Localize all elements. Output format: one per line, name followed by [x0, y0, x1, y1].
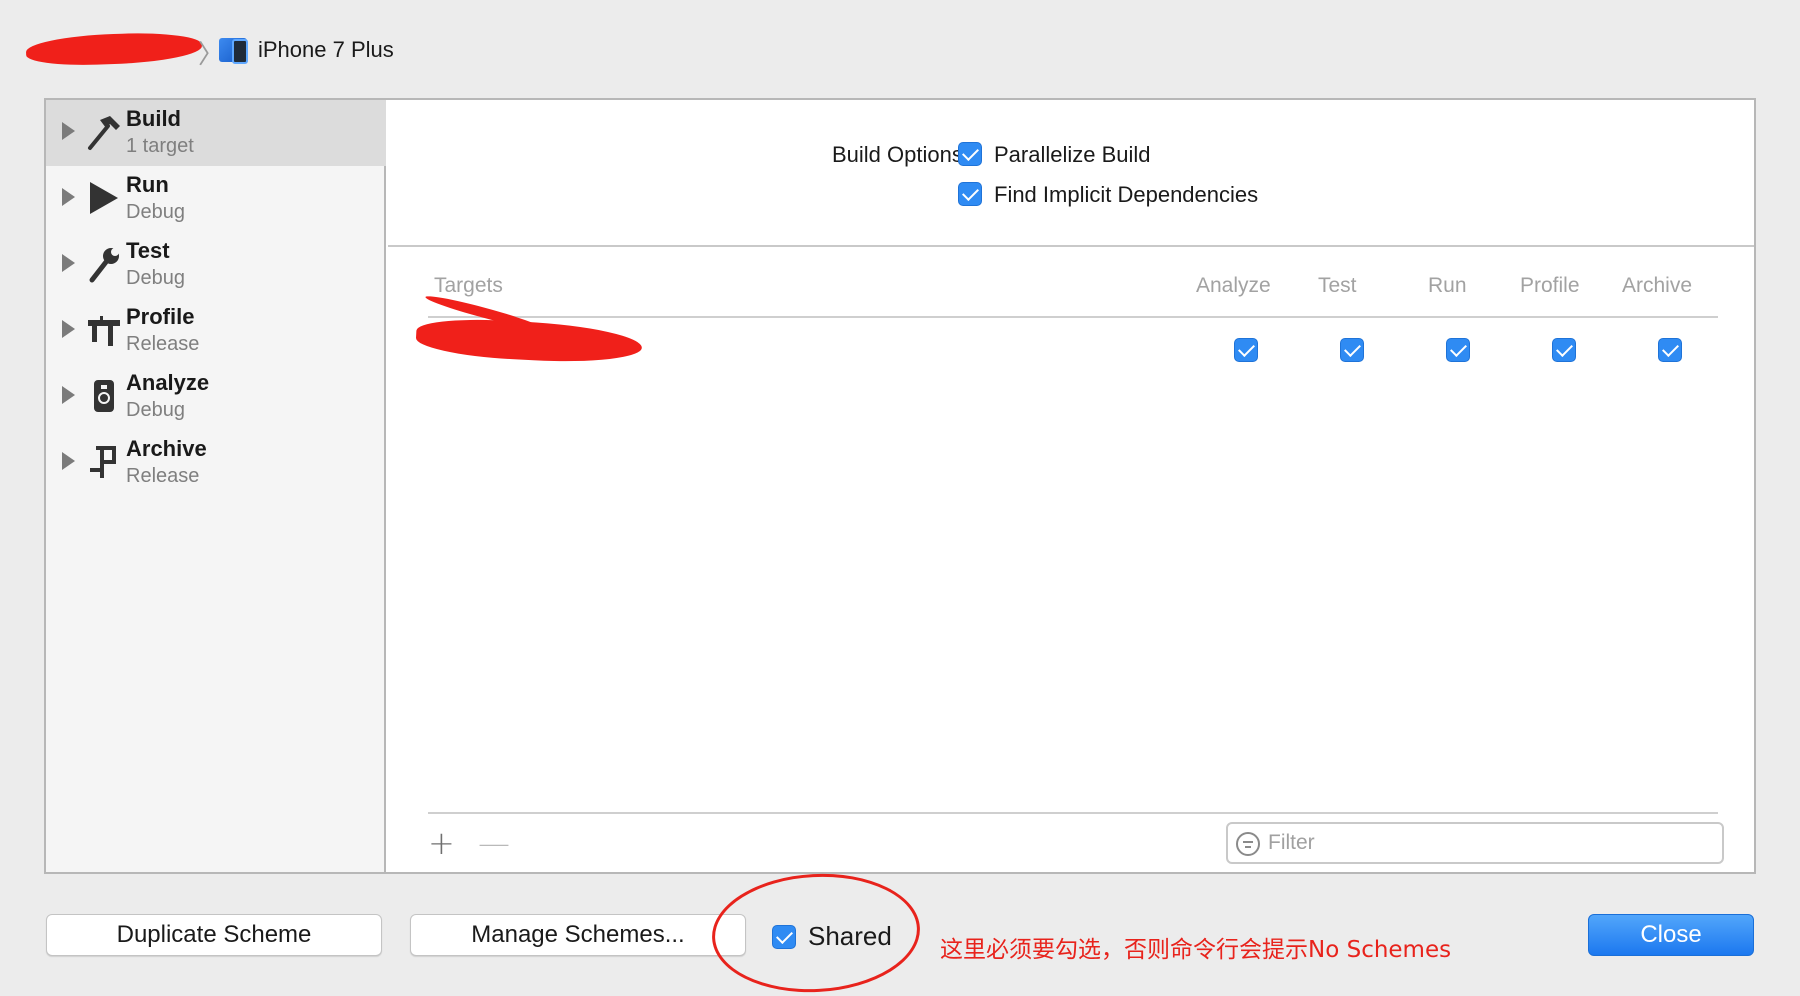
column-header-run[interactable]: Run	[1428, 274, 1467, 298]
target-run-checkbox[interactable]	[1446, 338, 1470, 362]
build-settings-pane: Build Options Parallelize Build Find Imp…	[388, 100, 1754, 872]
action-analyze[interactable]: Analyze Debug	[46, 364, 386, 430]
action-name: Archive	[126, 436, 207, 461]
redacted-target-name	[415, 316, 643, 366]
column-header-targets[interactable]: Targets	[434, 274, 503, 298]
parallelize-build-checkbox[interactable]	[958, 142, 982, 166]
action-name: Analyze	[126, 370, 210, 395]
duplicate-scheme-button[interactable]: Duplicate Scheme	[46, 914, 382, 956]
remove-target-button[interactable]: —	[478, 824, 510, 862]
action-test[interactable]: Test Debug	[46, 232, 386, 298]
scheme-editor-window: 〉 iPhone 7 Plus Build 1 target Run Debug…	[0, 0, 1800, 996]
build-options-section: Build Options Parallelize Build Find Imp…	[388, 100, 1754, 247]
disclosure-triangle-icon[interactable]	[62, 254, 75, 272]
filter-field[interactable]	[1226, 822, 1724, 864]
target-archive-checkbox[interactable]	[1658, 338, 1682, 362]
action-subtitle: Debug	[126, 399, 185, 421]
annotation-text: 这里必须要勾选，否则命令行会提示No Schemes	[940, 937, 1452, 963]
action-name: Profile	[126, 304, 195, 329]
filter-icon	[1236, 832, 1260, 856]
target-analyze-checkbox[interactable]	[1234, 338, 1258, 362]
action-subtitle: Release	[126, 465, 200, 487]
breadcrumb-device[interactable]: iPhone 7 Plus	[258, 37, 394, 63]
play-icon	[90, 182, 118, 214]
action-subtitle: Release	[126, 333, 200, 355]
disclosure-triangle-icon[interactable]	[62, 452, 75, 470]
implicit-dependencies-label: Find Implicit Dependencies	[994, 182, 1259, 207]
annotation-ellipse	[709, 868, 923, 996]
filter-input[interactable]	[1268, 828, 1708, 858]
build-options-label: Build Options	[832, 142, 963, 167]
action-subtitle: Debug	[126, 201, 185, 223]
clamp-icon	[90, 446, 116, 478]
action-build[interactable]: Build 1 target	[46, 100, 386, 166]
action-name: Build	[126, 106, 181, 131]
toolbar: 〉 iPhone 7 Plus	[0, 0, 1800, 98]
table-header-divider	[428, 316, 1718, 318]
wrench-icon	[89, 248, 119, 283]
action-profile[interactable]: Profile Release	[46, 298, 386, 364]
column-header-profile[interactable]: Profile	[1520, 274, 1580, 298]
disclosure-triangle-icon[interactable]	[62, 122, 75, 140]
close-button[interactable]: Close	[1588, 914, 1754, 956]
table-footer-divider	[428, 812, 1718, 814]
target-profile-checkbox[interactable]	[1552, 338, 1576, 362]
analyze-icon	[94, 380, 114, 412]
implicit-dependencies-checkbox[interactable]	[958, 182, 982, 206]
add-target-button[interactable]: +	[428, 824, 455, 862]
hammer-icon	[88, 116, 120, 150]
target-test-checkbox[interactable]	[1340, 338, 1364, 362]
column-header-archive[interactable]: Archive	[1622, 274, 1692, 298]
scheme-action-list: Build 1 target Run Debug Test Debug Prof…	[46, 100, 386, 872]
device-icon	[219, 38, 248, 64]
parallelize-build-label: Parallelize Build	[994, 142, 1151, 167]
column-header-test[interactable]: Test	[1318, 274, 1357, 298]
action-run[interactable]: Run Debug	[46, 166, 386, 232]
disclosure-triangle-icon[interactable]	[62, 188, 75, 206]
action-name: Run	[126, 172, 169, 197]
action-subtitle: Debug	[126, 267, 185, 289]
caliper-icon	[88, 316, 120, 346]
scheme-editor-panel: Build 1 target Run Debug Test Debug Prof…	[44, 98, 1756, 874]
redacted-scheme-name	[25, 30, 203, 68]
disclosure-triangle-icon[interactable]	[62, 320, 75, 338]
manage-schemes-button[interactable]: Manage Schemes...	[410, 914, 746, 956]
column-header-analyze[interactable]: Analyze	[1196, 274, 1271, 298]
action-subtitle: 1 target	[126, 135, 194, 157]
action-archive[interactable]: Archive Release	[46, 430, 386, 496]
action-name: Test	[126, 238, 170, 263]
disclosure-triangle-icon[interactable]	[62, 386, 75, 404]
